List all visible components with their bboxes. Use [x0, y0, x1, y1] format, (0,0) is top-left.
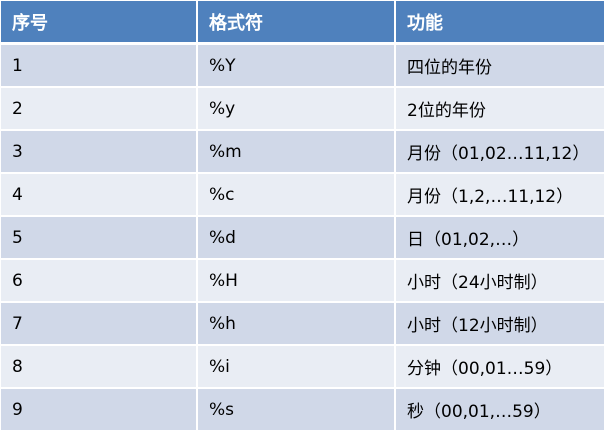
- row-format-cell: %H: [198, 260, 396, 303]
- row-function-cell: 月份（01,02…11,12）: [396, 131, 604, 174]
- row-index-cell: 1: [1, 45, 198, 88]
- table-row: 7 %h 小时（12小时制）: [1, 303, 604, 346]
- row-function-cell: 小时（24小时制）: [396, 260, 604, 303]
- table-row: 8 %i 分钟（00,01…59）: [1, 346, 604, 389]
- table-row: 4 %c 月份（1,2,…11,12）: [1, 174, 604, 217]
- table-row: 6 %H 小时（24小时制）: [1, 260, 604, 303]
- table-row: 1 %Y 四位的年份: [1, 45, 604, 88]
- row-format-cell: %y: [198, 88, 396, 131]
- row-function-cell: 2位的年份: [396, 88, 604, 131]
- row-function-cell: 秒（00,01,…59）: [396, 389, 604, 432]
- row-function-cell: 日（01,02,…）: [396, 217, 604, 260]
- row-format-cell: %Y: [198, 45, 396, 88]
- table-row: 2 %y 2位的年份: [1, 88, 604, 131]
- row-format-cell: %s: [198, 389, 396, 432]
- row-index-cell: 9: [1, 389, 198, 432]
- row-index-cell: 7: [1, 303, 198, 346]
- row-function-cell: 月份（1,2,…11,12）: [396, 174, 604, 217]
- format-specifier-table: 序号 格式符 功能 1 %Y 四位的年份 2 %y 2位的年份 3 %m 月份（…: [1, 1, 604, 432]
- row-format-cell: %d: [198, 217, 396, 260]
- row-function-cell: 分钟（00,01…59）: [396, 346, 604, 389]
- table-header-row: 序号 格式符 功能: [1, 1, 604, 45]
- row-index-cell: 5: [1, 217, 198, 260]
- table-row: 3 %m 月份（01,02…11,12）: [1, 131, 604, 174]
- row-format-cell: %c: [198, 174, 396, 217]
- row-index-cell: 4: [1, 174, 198, 217]
- row-format-cell: %m: [198, 131, 396, 174]
- row-index-cell: 6: [1, 260, 198, 303]
- row-index-cell: 2: [1, 88, 198, 131]
- header-function: 功能: [396, 1, 604, 45]
- table-row: 9 %s 秒（00,01,…59）: [1, 389, 604, 432]
- header-format: 格式符: [198, 1, 396, 45]
- row-index-cell: 3: [1, 131, 198, 174]
- row-index-cell: 8: [1, 346, 198, 389]
- row-function-cell: 四位的年份: [396, 45, 604, 88]
- table-row: 5 %d 日（01,02,…）: [1, 217, 604, 260]
- row-format-cell: %h: [198, 303, 396, 346]
- header-index: 序号: [1, 1, 198, 45]
- row-function-cell: 小时（12小时制）: [396, 303, 604, 346]
- row-format-cell: %i: [198, 346, 396, 389]
